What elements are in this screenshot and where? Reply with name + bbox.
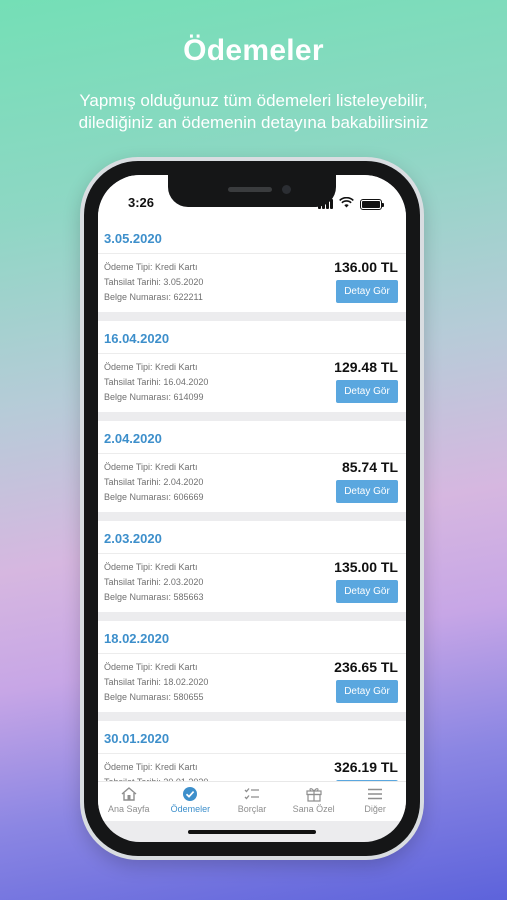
payment-amount: 236.65 TL	[334, 659, 398, 675]
detail-button[interactable]: Detay Gör	[336, 580, 398, 603]
home-indicator[interactable]	[188, 830, 316, 834]
promo-title: Ödemeler	[183, 34, 324, 67]
payment-amount: 135.00 TL	[334, 559, 398, 575]
tab-label: Sana Özel	[292, 804, 335, 814]
payment-card: 18.02.2020 Ödeme Tipi: Kredi Kartı Tahsila…	[98, 621, 406, 712]
promo-subtitle-line1: Yapmış olduğunuz tüm ödemeleri listeleye…	[79, 91, 428, 110]
tab-label: Ana Sayfa	[108, 804, 150, 814]
tab-bar: Ana Sayfa Ödemeler Borçlar Sana Özel Diğ…	[98, 781, 406, 821]
payment-body: Ödeme Tipi: Kredi KartıTahsilat Tarihi: …	[98, 754, 406, 781]
payment-card: 16.04.2020 Ödeme Tipi: Kredi Kartı Tahsila…	[98, 321, 406, 412]
payment-body: Ödeme Tipi: Kredi KartıTahsilat Tarihi: …	[98, 554, 406, 612]
status-time: 3:26	[128, 195, 155, 210]
detail-button[interactable]: Detay Gör	[336, 480, 398, 503]
payment-body: Ödeme Tipi: Kredi KartıTahsilat Tarihi: …	[98, 654, 406, 712]
payment-card: 3.05.2020 Ödeme Tipi: Kredi Kartı Tahsilat…	[98, 221, 406, 312]
wifi-icon	[339, 195, 354, 213]
phone-bezel: 3:26 3.05.2020 Ödeme Tipi: Kredi Kartı T…	[84, 161, 420, 856]
phone-frame: 3:26 3.05.2020 Ödeme Tipi: Kredi Kartı T…	[80, 157, 424, 860]
tab-diger[interactable]: Diğer	[344, 782, 406, 821]
detail-button[interactable]: Detay Gör	[336, 680, 398, 703]
payment-date: 2.04.2020	[98, 421, 406, 454]
payment-card: 2.03.2020 Ödeme Tipi: Kredi Kartı Tahsilat…	[98, 521, 406, 612]
checklist-icon	[243, 786, 261, 802]
payment-amount: 85.74 TL	[341, 459, 398, 475]
payment-body: Ödeme Tipi: Kredi KartıTahsilat Tarihi: …	[98, 254, 406, 312]
payment-amount: 326.19 TL	[334, 759, 398, 775]
payment-date: 30.01.2020	[98, 721, 406, 754]
payment-body: Ödeme Tipi: Kredi KartıTahsilat Tarihi: …	[98, 454, 406, 512]
tab-label: Borçlar	[237, 804, 267, 814]
payment-card: 30.01.2020Ödeme Tipi: Kredi KartıTahsila…	[98, 721, 406, 781]
front-camera	[282, 185, 291, 194]
payment-list[interactable]: 3.05.2020 Ödeme Tipi: Kredi Kartı Tahsilat…	[98, 221, 406, 781]
tab-label: Diğer	[364, 804, 386, 814]
payment-amount: 136.00 TL	[334, 259, 398, 275]
payment-date: 3.05.2020	[98, 221, 406, 254]
home-icon	[120, 786, 138, 802]
tab-borclar[interactable]: Borçlar	[221, 782, 283, 821]
gift-icon	[305, 786, 323, 802]
detail-button[interactable]: Detay Gör	[336, 280, 398, 303]
promo-subtitle-line2: dilediğiniz an ödemenin detayına bakabil…	[78, 113, 429, 132]
payment-date: 2.03.2020	[98, 521, 406, 554]
payment-card: 2.04.2020 Ödeme Tipi: Kredi Kartı Tahsilat…	[98, 421, 406, 512]
menu-icon	[366, 786, 384, 802]
detail-button[interactable]: Detay Gör	[336, 380, 398, 403]
check-badge-icon	[181, 786, 199, 802]
phone-screen: 3:26 3.05.2020 Ödeme Tipi: Kredi Kartı T…	[98, 175, 406, 842]
payment-body: Ödeme Tipi: Kredi KartıTahsilat Tarihi: …	[98, 354, 406, 412]
payment-date: 18.02.2020	[98, 621, 406, 654]
promo-subtitle: Yapmış olduğunuz tüm ödemeleri listeleye…	[0, 90, 507, 134]
payment-amount: 129.48 TL	[334, 359, 398, 375]
tab-odemeler[interactable]: Ödemeler	[160, 782, 222, 821]
speaker	[228, 187, 272, 192]
tab-label: Ödemeler	[170, 804, 211, 814]
tab-ana-sayfa[interactable]: Ana Sayfa	[98, 782, 160, 821]
payment-date: 16.04.2020	[98, 321, 406, 354]
notch	[168, 175, 336, 207]
battery-icon	[360, 198, 384, 210]
tab-sana-ozel[interactable]: Sana Özel	[283, 782, 345, 821]
